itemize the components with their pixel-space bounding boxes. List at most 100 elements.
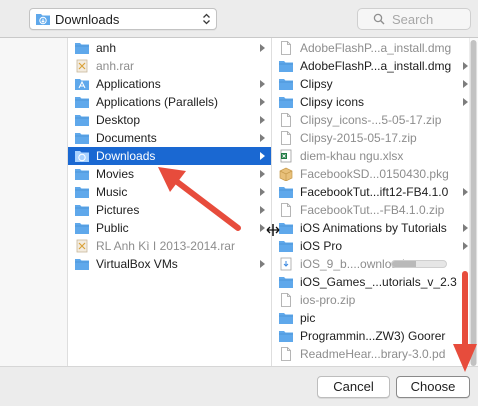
disclosure-arrow-icon <box>260 170 265 178</box>
list-item[interactable]: Applications <box>68 75 271 93</box>
document-icon <box>278 131 294 145</box>
document-icon <box>278 113 294 127</box>
list-item[interactable]: FacebookTut...-FB4.1.0.zip <box>273 201 478 219</box>
location-label: Downloads <box>55 12 120 27</box>
list-item-label: Pictures <box>96 203 140 217</box>
disclosure-arrow-icon <box>463 278 468 286</box>
list-item[interactable]: iOS Animations by Tutorials <box>273 219 478 237</box>
list-item[interactable]: Desktop <box>68 111 271 129</box>
column-browser: anh anh.rar Applications Applications (Para… <box>0 38 478 366</box>
list-item-label: Downloads <box>96 149 156 163</box>
list-item-label: FacebookTut...-FB4.1.0.zip <box>300 203 445 217</box>
folder-icon <box>74 131 90 145</box>
list-item-label: Applications <box>96 77 161 91</box>
archive-icon <box>74 59 90 73</box>
downloads-folder-icon <box>36 14 50 25</box>
column-resize-icon[interactable] <box>266 224 280 236</box>
list-item[interactable]: FacebookSD...0150430.pkg <box>273 165 478 183</box>
list-item[interactable]: pic <box>273 309 478 327</box>
list-item-label: ios-pro.zip <box>300 293 356 307</box>
list-item[interactable]: FacebookTut...ift12-FB4.1.0 <box>273 183 478 201</box>
disclosure-arrow-icon <box>260 188 265 196</box>
list-item[interactable]: Applications (Parallels) <box>68 93 271 111</box>
folder-icon <box>74 221 90 235</box>
search-icon <box>373 13 385 25</box>
list-item-label: Music <box>96 185 128 199</box>
list-item[interactable]: Movies <box>68 165 271 183</box>
document-icon <box>278 293 294 307</box>
disclosure-arrow-icon <box>260 116 265 124</box>
parent-column[interactable] <box>0 38 68 366</box>
list-item[interactable]: iOS Pro <box>273 237 478 255</box>
list-item-label: iOS_Games_...utorials_v_2.3 <box>300 275 457 289</box>
disclosure-arrow-icon <box>260 44 265 52</box>
list-item[interactable]: iOS_Games_...utorials_v_2.3 <box>273 273 478 291</box>
disclosure-arrow-icon <box>463 332 468 340</box>
popup-stepper-icon <box>203 13 210 25</box>
list-item-label: FacebookTut...ift12-FB4.1.0 <box>300 185 449 199</box>
list-item-label: Clipsy icons <box>300 95 365 109</box>
disclosure-arrow-icon <box>260 260 265 268</box>
archive-icon <box>74 239 90 253</box>
list-item-label: VirtualBox VMs <box>96 257 178 271</box>
list-item-label: Applications (Parallels) <box>96 95 219 109</box>
list-item[interactable]: Clipsy icons <box>273 93 478 111</box>
list-item-label: Documents <box>96 131 157 145</box>
list-item[interactable]: Public <box>68 219 271 237</box>
list-item[interactable]: AdobeFlashP...a_install.dmg <box>273 39 478 57</box>
disclosure-arrow-icon <box>260 224 265 232</box>
list-item[interactable]: Programmin...ZW3) Goorer <box>273 327 478 345</box>
search-field[interactable]: Search <box>357 8 471 30</box>
list-item-label: FacebookSD...0150430.pkg <box>300 167 449 181</box>
list-item[interactable]: diem-khau ngu.xlsx <box>273 147 478 165</box>
folder-icon <box>278 185 294 199</box>
disclosure-arrow-icon <box>463 242 468 250</box>
search-placeholder: Search <box>392 12 434 27</box>
scrollbar-thumb[interactable] <box>470 40 477 366</box>
list-item-label: iOS Pro <box>300 239 343 253</box>
location-popup[interactable]: Downloads <box>29 8 217 30</box>
list-item-label: diem-khau ngu.xlsx <box>300 149 404 163</box>
list-item-selected[interactable]: Downloads <box>68 147 271 165</box>
folder-icon <box>278 77 294 91</box>
list-item-label: Clipsy_icons-...5-05-17.zip <box>300 113 442 127</box>
cancel-button[interactable]: Cancel <box>317 376 390 398</box>
disclosure-arrow-icon <box>463 98 468 106</box>
disclosure-arrow-icon <box>260 98 265 106</box>
list-item[interactable]: Pictures <box>68 201 271 219</box>
download-progress-bar <box>391 260 447 268</box>
list-item-label: iOS_9_b....ownload <box>300 257 405 271</box>
list-item[interactable]: iOS_9_b....ownload <box>273 255 478 273</box>
list-item[interactable]: anh <box>68 39 271 57</box>
list-item[interactable]: VirtualBox VMs <box>68 255 271 273</box>
list-item[interactable]: Clipsy-2015-05-17.zip <box>273 129 478 147</box>
list-item[interactable]: anh.rar <box>68 57 271 75</box>
choose-button[interactable]: Choose <box>396 376 470 398</box>
list-item[interactable]: Clipsy <box>273 75 478 93</box>
folder-icon <box>278 311 294 325</box>
document-icon <box>278 203 294 217</box>
list-item[interactable]: ReadmeHear...brary-3.0.pd <box>273 345 478 363</box>
folder-icon <box>74 257 90 271</box>
folder-icon <box>74 167 90 181</box>
disclosure-arrow-icon <box>463 80 468 88</box>
list-item[interactable]: Documents <box>68 129 271 147</box>
list-item[interactable]: Clipsy_icons-...5-05-17.zip <box>273 111 478 129</box>
document-icon <box>278 347 294 361</box>
list-item-label: Clipsy <box>300 77 333 91</box>
folder-icon <box>278 329 294 343</box>
package-icon <box>278 167 294 182</box>
dialog-footer: Cancel Choose <box>0 366 478 406</box>
list-item[interactable]: RL Anh Kì I 2013-2014.rar <box>68 237 271 255</box>
list-item[interactable]: ios-pro.zip <box>273 291 478 309</box>
disclosure-arrow-icon <box>463 314 468 322</box>
spreadsheet-icon <box>278 149 294 163</box>
list-item-label: AdobeFlashP...a_install.dmg <box>300 41 452 55</box>
list-item-label: pic <box>300 311 316 325</box>
list-item-label: iOS Animations by Tutorials <box>300 221 447 235</box>
list-item-label: Programmin...ZW3) Goorer <box>300 329 446 343</box>
disclosure-arrow-icon <box>260 80 265 88</box>
list-item[interactable]: Music <box>68 183 271 201</box>
list-item[interactable]: AdobeFlashP...a_install.dmg <box>273 57 478 75</box>
folder-icon <box>74 203 90 217</box>
